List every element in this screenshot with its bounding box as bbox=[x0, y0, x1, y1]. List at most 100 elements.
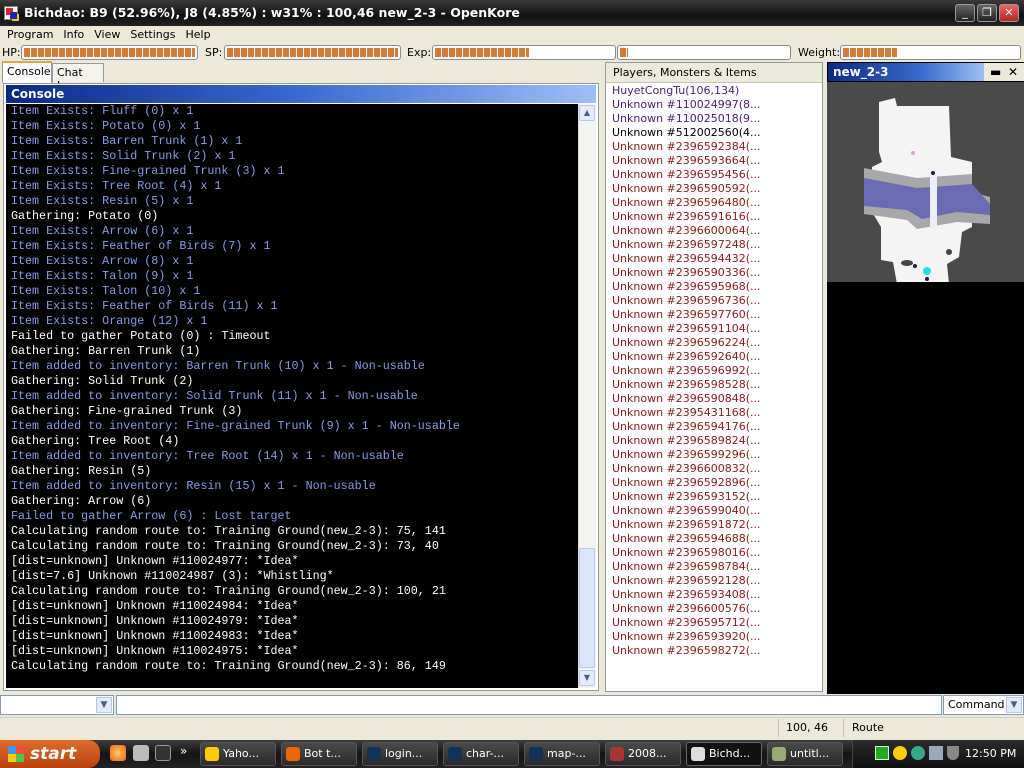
quicklaunch-more-icon[interactable]: » bbox=[180, 744, 187, 758]
task-app-icon bbox=[367, 747, 381, 761]
entity-list-item[interactable]: Unknown #2396592640(... bbox=[612, 350, 817, 364]
menu-help[interactable]: Help bbox=[180, 26, 215, 44]
scroll-down-button[interactable]: ▼ bbox=[579, 670, 595, 686]
maximize-button[interactable]: ❐ bbox=[977, 4, 997, 22]
map-title: new_2-3 bbox=[828, 63, 984, 81]
entity-list-item[interactable]: Unknown #2396598016(... bbox=[612, 546, 817, 560]
entity-list-item[interactable]: Unknown #2396596736(... bbox=[612, 294, 817, 308]
entity-list-item[interactable]: Unknown #2396594688(... bbox=[612, 532, 817, 546]
entity-list-item[interactable]: Unknown #2396598272(... bbox=[612, 644, 817, 658]
console-scrollbar[interactable]: ▲ ▼ bbox=[578, 104, 596, 688]
yahoo-tray-icon[interactable] bbox=[893, 746, 907, 760]
entity-list-item[interactable]: Unknown #110024997(8... bbox=[612, 98, 817, 112]
exp-label: Exp: bbox=[407, 46, 432, 59]
entity-list-item[interactable]: Unknown #2396595712(... bbox=[612, 616, 817, 630]
map-player-dot bbox=[923, 267, 931, 275]
console-panel: Console Item Exists: Fluff (0) x 1 Item E… bbox=[3, 83, 599, 691]
entity-list-item[interactable]: Unknown #2396593408(... bbox=[612, 588, 817, 602]
map-close-icon[interactable]: ✕ bbox=[1008, 63, 1018, 81]
status-divider bbox=[778, 719, 779, 737]
volume-tray-icon[interactable] bbox=[929, 746, 943, 760]
tab-chat-log[interactable]: Chat Log bbox=[52, 63, 104, 92]
entity-list-item[interactable]: Unknown #2396600832(... bbox=[612, 462, 817, 476]
firefox-quicklaunch-icon[interactable] bbox=[110, 745, 126, 761]
taskbar-button[interactable]: untitl... bbox=[767, 742, 843, 766]
entity-list-item[interactable]: Unknown #2396594432(... bbox=[612, 252, 817, 266]
taskbar-button[interactable]: Yaho... bbox=[200, 742, 276, 766]
target-combo[interactable]: ▼ bbox=[0, 695, 114, 715]
map-maximize-icon[interactable]: ▬ bbox=[990, 63, 1001, 81]
entity-list-item[interactable]: Unknown #2396599296(... bbox=[612, 448, 817, 462]
menu-view[interactable]: View bbox=[89, 26, 125, 44]
console-line: [dist=unknown] Unknown #110024983: *Idea… bbox=[11, 629, 299, 643]
entity-list-item[interactable]: Unknown #2396598784(... bbox=[612, 560, 817, 574]
entity-list-item[interactable]: Unknown #2396590336(... bbox=[612, 266, 817, 280]
entity-list-item[interactable]: Unknown #2396592896(... bbox=[612, 476, 817, 490]
entity-list-item[interactable]: Unknown #2395431168(... bbox=[612, 406, 817, 420]
chevron-down-icon[interactable]: ▼ bbox=[1006, 697, 1022, 713]
entity-list-item[interactable]: Unknown #110025018(9... bbox=[612, 112, 817, 126]
console-line: Item added to inventory: Barren Trunk (1… bbox=[11, 359, 425, 373]
entity-list-item[interactable]: Unknown #2396593152(... bbox=[612, 490, 817, 504]
entity-list-item[interactable]: Unknown #2396591104(... bbox=[612, 322, 817, 336]
entity-list-item[interactable]: Unknown #2396596224(... bbox=[612, 336, 817, 350]
close-button[interactable]: ✕ bbox=[999, 4, 1019, 22]
network-tray-icon[interactable] bbox=[911, 746, 925, 760]
entity-list-item[interactable]: Unknown #2396590848(... bbox=[612, 392, 817, 406]
tray-app-icon[interactable] bbox=[875, 746, 889, 760]
entity-list-item[interactable]: Unknown #2396600576(... bbox=[612, 602, 817, 616]
entity-list-item[interactable]: Unknown #2396591616(... bbox=[612, 210, 817, 224]
entity-list-item[interactable]: Unknown #2396589824(... bbox=[612, 434, 817, 448]
entity-list-item[interactable]: Unknown #2396591872(... bbox=[612, 518, 817, 532]
clock[interactable]: 12:50 PM bbox=[965, 747, 1016, 760]
mode-select[interactable]: Command ▼ bbox=[943, 695, 1024, 715]
taskbar-button[interactable]: Bot t... bbox=[281, 742, 357, 766]
entity-list-item[interactable]: Unknown #2396595456(... bbox=[612, 168, 817, 182]
entity-list-item[interactable]: Unknown #2396593920(... bbox=[612, 630, 817, 644]
console-line: Item Exists: Fine-grained Trunk (3) x 1 bbox=[11, 164, 285, 178]
taskbar-button[interactable]: 2008... bbox=[605, 742, 681, 766]
entity-list-item[interactable]: Unknown #2396593664(... bbox=[612, 154, 817, 168]
entity-list-item[interactable]: Unknown #2396597248(... bbox=[612, 238, 817, 252]
taskbar-button[interactable]: char-... bbox=[443, 742, 519, 766]
task-label: Bot t... bbox=[304, 747, 341, 760]
chevron-down-icon[interactable]: ▼ bbox=[96, 697, 112, 713]
menu-program[interactable]: Program bbox=[2, 26, 58, 44]
console-line: Item Exists: Talon (9) x 1 bbox=[11, 269, 194, 283]
entity-list-item[interactable]: Unknown #2396597760(... bbox=[612, 308, 817, 322]
entity-list-item[interactable]: Unknown #2396599040(... bbox=[612, 504, 817, 518]
entity-list-item[interactable]: Unknown #2396596480(... bbox=[612, 196, 817, 210]
task-label: map-... bbox=[547, 747, 586, 760]
network-quicklaunch-icon[interactable] bbox=[133, 745, 149, 761]
entity-list-item[interactable]: Unknown #2396594176(... bbox=[612, 420, 817, 434]
taskbar-button[interactable]: login... bbox=[362, 742, 438, 766]
console-line: Item added to inventory: Fine-grained Tr… bbox=[11, 419, 460, 433]
entity-list-item[interactable]: Unknown #2396596992(... bbox=[612, 364, 817, 378]
map-view[interactable] bbox=[827, 82, 1024, 284]
console-line: Item Exists: Barren Trunk (1) x 1 bbox=[11, 134, 243, 148]
scroll-up-button[interactable]: ▲ bbox=[579, 105, 595, 121]
taskbar-button[interactable]: map-... bbox=[524, 742, 600, 766]
entity-list-item[interactable]: Unknown #2396598528(... bbox=[612, 378, 817, 392]
entity-list-item[interactable]: Unknown #2396592384(... bbox=[612, 140, 817, 154]
taskbar-button[interactable]: Bichd... bbox=[686, 742, 762, 766]
desktop-quicklaunch-icon[interactable] bbox=[155, 745, 171, 761]
map-svg bbox=[864, 98, 990, 284]
entity-list-item[interactable]: Unknown #2396592128(... bbox=[612, 574, 817, 588]
tab-console[interactable]: Console bbox=[2, 61, 52, 83]
security-shield-icon[interactable] bbox=[947, 746, 959, 760]
status-ai-state: Route bbox=[852, 721, 884, 734]
menu-info[interactable]: Info bbox=[58, 26, 89, 44]
command-input[interactable] bbox=[116, 695, 942, 715]
minimize-button[interactable]: _ bbox=[955, 4, 975, 22]
entity-list-item[interactable]: Unknown #2396590592(... bbox=[612, 182, 817, 196]
entity-list-header[interactable]: Players, Monsters & Items bbox=[606, 63, 822, 83]
entity-list-item[interactable]: HuyetCongTu(106,134) bbox=[612, 84, 817, 98]
entity-list-item[interactable]: Unknown #512002560(4... bbox=[612, 126, 817, 140]
console-line: Calculating random route to: Training Gr… bbox=[11, 584, 446, 598]
entity-list-item[interactable]: Unknown #2396600064(... bbox=[612, 224, 817, 238]
scroll-thumb[interactable] bbox=[579, 548, 595, 668]
entity-list-item[interactable]: Unknown #2396595968(... bbox=[612, 280, 817, 294]
menu-settings[interactable]: Settings bbox=[125, 26, 180, 44]
base-exp-bar-fill bbox=[435, 48, 530, 57]
